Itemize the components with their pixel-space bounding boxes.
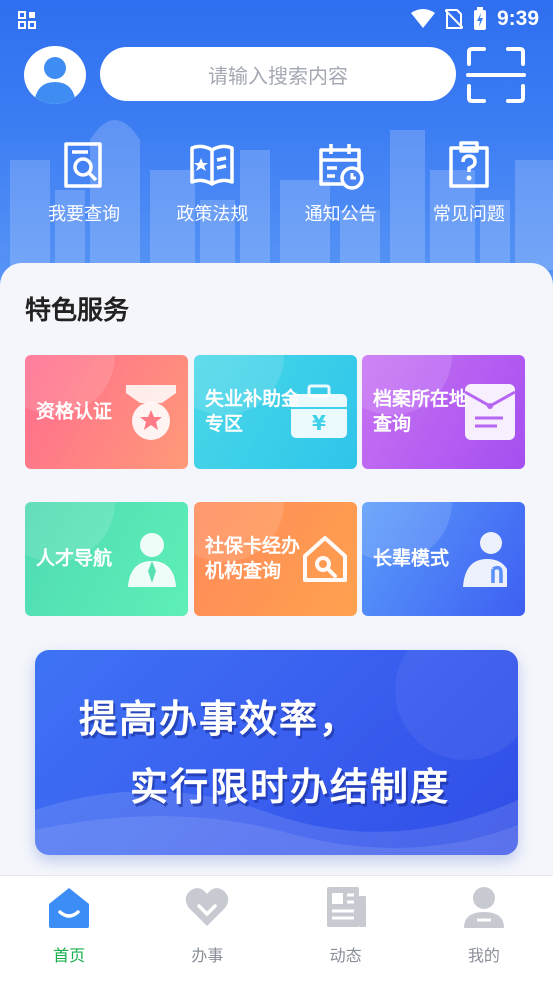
heart-icon: [186, 888, 229, 926]
service-card-elder-mode[interactable]: 长辈模式: [362, 502, 525, 616]
home-icon: [49, 888, 90, 928]
question-clipboard-icon: [449, 141, 489, 188]
clock: 9:39: [496, 7, 539, 30]
header: 9:39 请输入搜索内容 我要查询 政策法规 通知公告 常见问题: [0, 0, 553, 300]
tab-label: 办事: [191, 946, 224, 965]
search-document-icon: [64, 142, 102, 188]
card-label: 长辈模式: [373, 547, 450, 570]
card-label: 档案所在地查询: [373, 388, 469, 435]
quick-links: 我要查询 政策法规 通知公告 常见问题: [20, 140, 533, 240]
svg-text:¥: ¥: [312, 411, 326, 435]
wallet-yuan-icon: ¥: [291, 384, 347, 438]
search-placeholder: 请输入搜索内容: [208, 63, 348, 88]
quick-link-label: 通知公告: [304, 204, 377, 225]
banner-wave-decoration: [35, 650, 518, 855]
medal-icon: [126, 385, 176, 440]
quick-link-policy[interactable]: 政策法规: [148, 140, 276, 240]
service-card-qualification[interactable]: 资格认证: [25, 355, 188, 469]
search-input[interactable]: 请输入搜索内容: [100, 47, 456, 101]
elder-person-icon: [463, 532, 507, 587]
quick-link-label: 政策法规: [176, 204, 249, 225]
service-card-unemployment[interactable]: 失业补助金专区 ¥: [194, 355, 357, 469]
service-card-talent[interactable]: 人才导航: [25, 502, 188, 616]
home-search-icon: [303, 536, 347, 582]
card-label: 失业补助金专区: [205, 388, 301, 435]
promo-banner[interactable]: 提高办事效率， 实行限时办结制度: [35, 650, 518, 855]
quick-link-faq[interactable]: 常见问题: [405, 140, 533, 240]
service-card-social-security[interactable]: 社保卡经办机构查询: [194, 502, 357, 616]
status-bar: 9:39: [0, 0, 553, 40]
scan-icon[interactable]: [466, 46, 526, 104]
person-suit-icon: [128, 533, 176, 587]
battery-charging-icon: [473, 7, 486, 30]
tab-home[interactable]: 首页: [0, 876, 138, 983]
quick-link-label: 常见问题: [432, 204, 505, 225]
service-card-archive[interactable]: 档案所在地查询: [362, 355, 525, 469]
section-title: 特色服务: [25, 296, 130, 326]
quick-link-label: 我要查询: [48, 204, 121, 225]
tab-news[interactable]: 动态: [277, 876, 415, 983]
avatar[interactable]: [24, 46, 86, 104]
no-sim-icon: [444, 9, 463, 29]
news-icon: [326, 887, 366, 927]
banner-headline: 提高办事效率，: [79, 697, 360, 741]
file-folder-icon: [464, 384, 516, 440]
tab-label: 首页: [53, 946, 86, 965]
tab-label: 动态: [329, 946, 362, 965]
quick-link-query[interactable]: 我要查询: [20, 140, 148, 240]
wifi-icon: [410, 9, 435, 28]
tab-profile[interactable]: 我的: [415, 876, 553, 983]
calendar-clock-icon: [318, 144, 364, 190]
tab-services[interactable]: 办事: [138, 876, 276, 983]
banner-subheadline: 实行限时办结制度: [130, 765, 451, 809]
tab-label: 我的: [467, 946, 500, 965]
profile-icon: [463, 887, 504, 928]
card-label: 社保卡经办机构查询: [205, 535, 301, 582]
quick-link-notice[interactable]: 通知公告: [277, 140, 405, 240]
app-grid-icon: [18, 10, 36, 34]
policy-book-icon: [190, 144, 235, 186]
card-label: 资格认证: [36, 400, 113, 423]
bottom-tab-bar: 首页 办事 动态 我的: [0, 875, 553, 983]
card-label: 人才导航: [36, 547, 113, 570]
